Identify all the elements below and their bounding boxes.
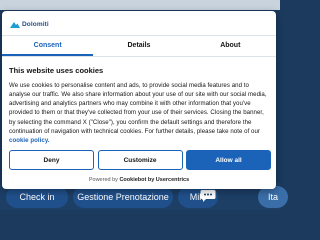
consent-body-text: We use cookies to personalise content an… xyxy=(9,82,267,135)
logo-mark-icon xyxy=(10,22,20,28)
chat-icon[interactable] xyxy=(199,188,217,204)
site-header-background xyxy=(0,0,280,10)
check-in-button[interactable]: Check in xyxy=(6,186,68,208)
cookie-policy-link[interactable]: cookie policy. xyxy=(9,137,50,144)
tab-consent[interactable]: Consent xyxy=(2,36,94,56)
allow-all-button[interactable]: Allow all xyxy=(186,150,271,170)
deny-button[interactable]: Deny xyxy=(9,150,94,170)
consent-description: We use cookies to personalise content an… xyxy=(9,81,269,145)
tab-details[interactable]: Details xyxy=(93,36,184,56)
brand-logo: Dolomiti xyxy=(10,21,49,28)
powered-by: Powered by Cookiebot by Usercentrics xyxy=(2,177,276,183)
customize-button[interactable]: Customize xyxy=(97,150,183,170)
dialog-header: Dolomiti xyxy=(2,11,276,36)
consent-buttons: Deny Customize Allow all xyxy=(9,150,271,170)
logo-text: Dolomiti xyxy=(22,21,49,28)
language-button[interactable]: Ita xyxy=(258,186,288,208)
cookie-consent-dialog: Dolomiti Consent Details About This webs… xyxy=(2,11,276,189)
powered-by-brand[interactable]: Cookiebot by Usercentrics xyxy=(119,177,189,183)
powered-by-prefix: Powered by xyxy=(88,177,120,183)
dialog-title: This website uses cookies xyxy=(9,66,104,75)
tab-about[interactable]: About xyxy=(185,36,276,56)
manage-booking-button[interactable]: Gestione Prenotazione xyxy=(73,186,173,208)
consent-content: This website uses cookies We use cookies… xyxy=(2,57,276,145)
dialog-tabs: Consent Details About xyxy=(2,36,276,57)
